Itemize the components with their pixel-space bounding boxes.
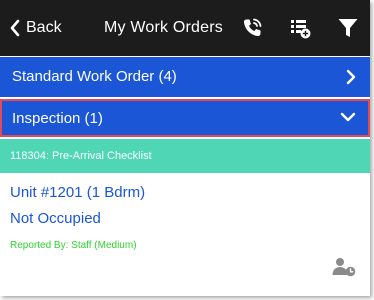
chevron-left-icon (10, 19, 20, 37)
group-inspection[interactable]: Inspection (1) (0, 99, 370, 137)
work-order-card[interactable]: Unit #1201 (1 Bdrm) Not Occupied Reporte… (0, 173, 370, 296)
group-label: Inspection (1) (12, 110, 103, 127)
checklist-header[interactable]: 118304: Pre-Arrival Checklist (0, 139, 370, 173)
checklist-label: 118304: Pre-Arrival Checklist (10, 150, 152, 162)
filter-button[interactable] (334, 14, 362, 42)
phone-call-button[interactable] (238, 14, 266, 42)
page-title: My Work Orders (104, 19, 223, 36)
assign-user-icon[interactable] (332, 257, 356, 277)
top-navbar: Back My Work Orders (0, 0, 370, 56)
group-label: Standard Work Order (4) (12, 68, 177, 85)
chevron-right-icon (346, 69, 356, 85)
list-add-icon (291, 20, 311, 39)
list-add-button[interactable] (286, 14, 314, 42)
reported-by: Reported By: Staff (Medium) (10, 240, 137, 251)
group-standard-work-order[interactable]: Standard Work Order (4) (0, 57, 370, 97)
phone-call-icon (243, 18, 262, 37)
unit-label: Unit #1201 (1 Bdrm) (10, 184, 146, 201)
back-label: Back (26, 19, 62, 36)
filter-icon (338, 19, 358, 37)
back-button[interactable]: Back (10, 18, 62, 38)
chevron-down-icon (340, 112, 356, 122)
occupancy-status: Not Occupied (10, 210, 101, 227)
app-frame: Back My Work Orders Standard Work Order … (0, 0, 370, 296)
